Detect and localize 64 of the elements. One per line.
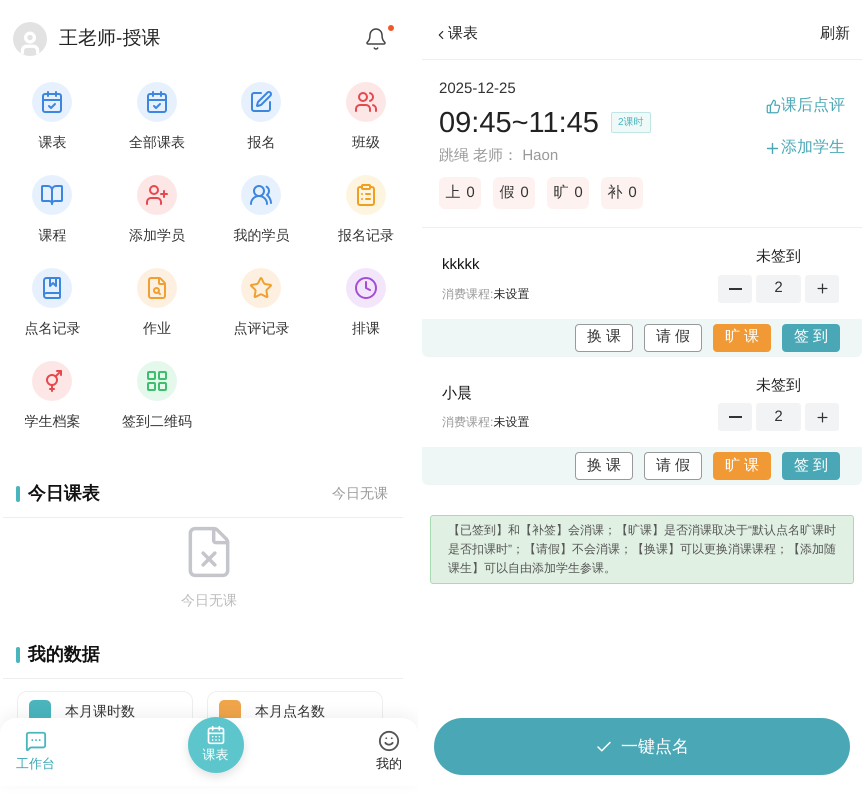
shortcut-item[interactable]: 全部课表: [104, 82, 209, 153]
lesson-time: 09:45~11:45: [439, 106, 599, 140]
attendance-status: 未签到: [756, 247, 801, 267]
shortcut-item[interactable]: 班级: [314, 82, 418, 153]
count-chip: 旷 0: [547, 177, 589, 209]
calendar-icon: [144, 90, 169, 114]
book-icon: [40, 183, 64, 207]
status-text: 今日无课: [332, 484, 388, 503]
edit-icon: [249, 90, 274, 114]
student-name: kkkkk: [442, 255, 480, 275]
star-icon: [249, 276, 274, 300]
consumed-course: 消费课程:未设置: [442, 414, 530, 431]
count-chip: 上 0: [439, 177, 481, 209]
clock-icon: [354, 276, 378, 300]
plus-icon: [814, 410, 830, 424]
minus-icon: [728, 288, 742, 290]
action-button[interactable]: 请 假: [644, 324, 702, 352]
shortcut-item[interactable]: 点名记录: [0, 268, 104, 339]
shortcut-item[interactable]: 报名: [209, 82, 314, 153]
grid-icon: [144, 369, 169, 393]
shortcut-item[interactable]: 报名记录: [314, 175, 418, 246]
decrement-button[interactable]: [718, 274, 752, 302]
shortcut-item[interactable]: 课程: [0, 175, 104, 246]
consumed-course: 消费课程:未设置: [442, 286, 530, 302]
minus-icon: [728, 416, 742, 418]
count-chip: 假 0: [493, 177, 535, 209]
user-name: 王老师-授课: [59, 26, 160, 51]
section-title: 我的数据: [28, 643, 100, 666]
shortcut-item[interactable]: 点评记录: [209, 268, 314, 339]
action-button[interactable]: 请 假: [644, 452, 702, 480]
back-button[interactable]: 课表: [434, 23, 478, 46]
lesson-info: 跳绳 老师： Haon: [439, 146, 560, 166]
people-icon: [249, 183, 274, 207]
attendance-status: 未签到: [756, 376, 801, 396]
calendar-icon: [206, 725, 226, 746]
hours-field[interactable]: 2: [756, 274, 801, 302]
action-button[interactable]: 换 课: [575, 452, 633, 480]
empty-text: 今日无课: [181, 591, 237, 610]
plus-icon: [814, 281, 830, 296]
shortcut-item[interactable]: 签到二维码: [104, 361, 209, 432]
refresh-button[interactable]: 刷新: [820, 23, 850, 46]
shortcut-item[interactable]: 我的学员: [209, 175, 314, 246]
hours-tag: 2课时: [610, 112, 650, 133]
notice-box: 【已签到】和【补签】会消课；【旷课】是否消课取决于“默认点名旷课时是否扣课时”；【请假】不会消课；【换课】可以更换消课课程；【添加随课生】可以自由添加学生参课。: [430, 515, 854, 584]
section-title: 今日课表: [28, 482, 100, 505]
people-icon: [354, 90, 378, 114]
lesson-date: 2025-12-25: [439, 79, 517, 99]
shortcut-item[interactable]: 排课: [314, 268, 418, 339]
bell-icon[interactable]: [364, 27, 388, 51]
hours-field[interactable]: 2: [756, 403, 801, 431]
count-chip: 补 0: [601, 177, 643, 209]
avatar: [13, 22, 47, 56]
action-button[interactable]: 换 课: [575, 324, 633, 352]
shortcut-item[interactable]: 课表: [0, 82, 104, 153]
user-add-icon: [144, 183, 169, 207]
decrement-button[interactable]: [718, 403, 752, 431]
thumbs-up-icon: [766, 98, 781, 114]
calendar-icon: [40, 90, 64, 114]
student-name: 小晨: [442, 384, 473, 404]
shortcut-item[interactable]: 学生档案: [0, 361, 104, 432]
increment-button[interactable]: [805, 274, 839, 302]
profile-icon: [378, 730, 400, 752]
shortcut-item[interactable]: 添加学员: [104, 175, 209, 246]
shortcut-item[interactable]: 作业: [104, 268, 209, 339]
